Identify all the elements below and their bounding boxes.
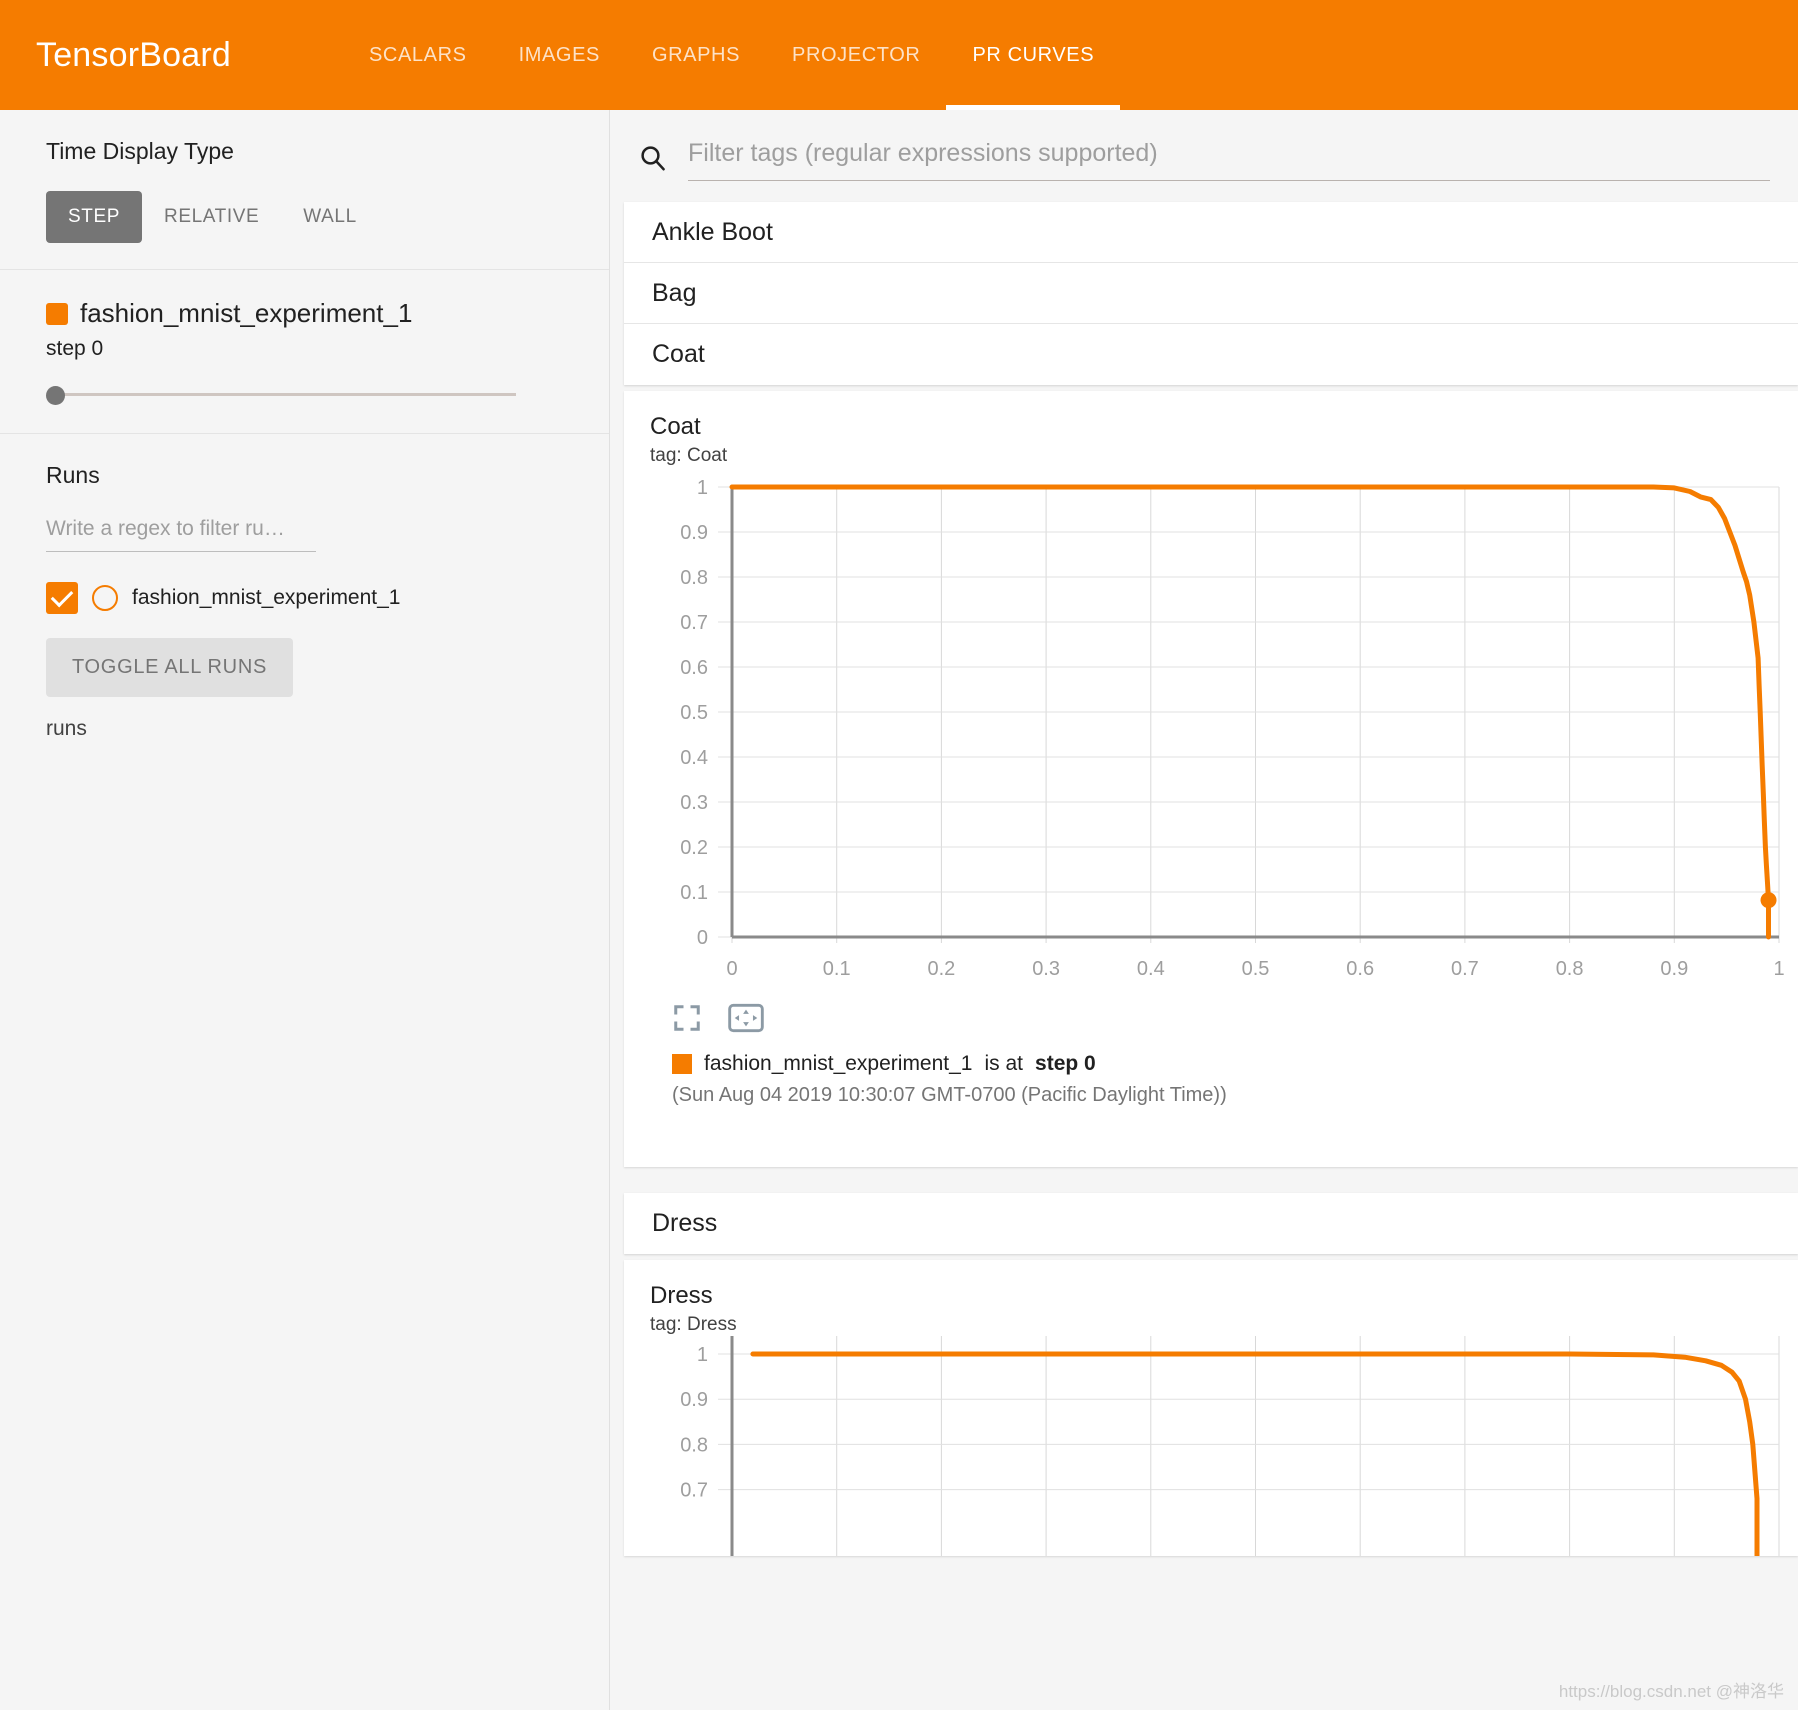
legend-timestamp: (Sun Aug 04 2019 10:30:07 GMT-0700 (Paci… <box>672 1084 1227 1106</box>
legend-isat-text: is at <box>984 1052 1024 1075</box>
tab-graphs[interactable]: GRAPHS <box>626 0 766 110</box>
legend-step: step 0 <box>1035 1052 1096 1075</box>
chart-coat[interactable]: 0 0.1 0.2 0.3 0.4 0.5 0.6 0.7 0.8 0.9 1 0 0.1 0.2 0.3 0… <box>624 467 1798 997</box>
run-color-swatch <box>46 302 68 325</box>
svg-text:0.7: 0.7 <box>680 612 708 634</box>
legend-row: fashion_mnist_experiment_1 is at step 0 <box>672 1052 1798 1076</box>
time-display-title: Time Display Type <box>46 138 234 164</box>
svg-text:1: 1 <box>697 1344 708 1366</box>
svg-text:0.8: 0.8 <box>680 1434 708 1456</box>
svg-text:0.9: 0.9 <box>680 1389 708 1411</box>
svg-text:0.9: 0.9 <box>680 522 708 544</box>
tag-category-list: Ankle Boot Bag Coat <box>624 202 1798 385</box>
expand-icon[interactable] <box>672 1003 702 1038</box>
time-option-relative[interactable]: RELATIVE <box>142 191 281 243</box>
time-option-wall[interactable]: WALL <box>281 191 378 243</box>
category-coat[interactable]: Coat <box>624 324 1798 385</box>
watermark: https://blog.csdn.net @神洛华 <box>1558 1682 1784 1701</box>
chart-coat-toolbar <box>624 997 1798 1038</box>
run-step-header: fashion_mnist_experiment_1 <box>46 298 563 329</box>
runs-filter-input[interactable] <box>46 517 316 552</box>
runs-section: Runs fashion_mnist_experiment_1 TOGGLE A… <box>0 434 609 767</box>
time-option-step[interactable]: STEP <box>46 191 143 243</box>
runs-title: Runs <box>46 462 100 488</box>
svg-text:1: 1 <box>697 477 708 499</box>
svg-text:0.5: 0.5 <box>680 702 708 724</box>
svg-text:0.2: 0.2 <box>927 958 955 980</box>
tab-images[interactable]: IMAGES <box>493 0 626 110</box>
svg-text:0.3: 0.3 <box>1032 958 1060 980</box>
step-slider-thumb[interactable] <box>46 386 65 405</box>
step-slider-track <box>56 393 516 396</box>
search-icon <box>638 143 672 178</box>
tab-scalars[interactable]: SCALARS <box>343 0 493 110</box>
svg-text:0.4: 0.4 <box>680 747 708 769</box>
run-step-name: fashion_mnist_experiment_1 <box>80 298 413 328</box>
svg-text:0.8: 0.8 <box>1556 958 1584 980</box>
tag-filter-input[interactable] <box>688 139 1770 181</box>
category-bag[interactable]: Bag <box>624 263 1798 324</box>
app-title: TensorBoard <box>36 36 231 74</box>
panel-coat-header: Coat tag: Coat <box>624 391 1798 467</box>
tab-projector[interactable]: PROJECTOR <box>766 0 946 110</box>
tag-filter-bar <box>610 110 1798 188</box>
svg-text:1: 1 <box>1773 958 1784 980</box>
main-nav-tabs: SCALARS IMAGES GRAPHS PROJECTOR PR CURVE… <box>343 0 1120 110</box>
step-slider[interactable] <box>46 383 516 407</box>
app-header: TensorBoard SCALARS IMAGES GRAPHS PROJEC… <box>0 0 1798 110</box>
svg-text:0.8: 0.8 <box>680 567 708 589</box>
svg-text:0.6: 0.6 <box>1346 958 1374 980</box>
svg-text:0.6: 0.6 <box>680 657 708 679</box>
run-item-label: fashion_mnist_experiment_1 <box>132 586 401 610</box>
svg-text:0.1: 0.1 <box>823 958 851 980</box>
panel-dress-header: Dress tag: Dress <box>624 1260 1798 1336</box>
panel-coat: Coat tag: Coat 0 0.1 0.2 0.3 0.4 0.5 0.6 0.7 0.8… <box>624 391 1798 1167</box>
panel-coat-title: Coat <box>650 413 701 440</box>
svg-text:0: 0 <box>697 927 708 949</box>
panel-dress: Dress tag: Dress 1 0.9 0.8 0.7 <box>624 1260 1798 1556</box>
svg-text:0.7: 0.7 <box>1451 958 1479 980</box>
run-radio[interactable] <box>92 585 118 611</box>
run-checkbox[interactable] <box>46 582 78 614</box>
toggle-all-runs-button[interactable]: TOGGLE ALL RUNS <box>46 638 294 697</box>
svg-text:0.5: 0.5 <box>1242 958 1270 980</box>
time-display-section: Time Display Type STEP RELATIVE WALL <box>0 110 609 270</box>
svg-text:0.2: 0.2 <box>680 837 708 859</box>
chart-dress[interactable]: 1 0.9 0.8 0.7 <box>624 1336 1798 1556</box>
tab-pr-curves[interactable]: PR CURVES <box>946 0 1120 110</box>
chart-coat-legend: fashion_mnist_experiment_1 is at step 0 … <box>624 1038 1798 1107</box>
time-display-options: STEP RELATIVE WALL <box>46 191 563 243</box>
svg-text:0.4: 0.4 <box>1137 958 1165 980</box>
category-dress[interactable]: Dress <box>624 1193 1798 1254</box>
svg-text:0: 0 <box>726 958 737 980</box>
legend-run-name: fashion_mnist_experiment_1 <box>704 1052 973 1075</box>
category-ankle-boot[interactable]: Ankle Boot <box>624 202 1798 263</box>
sidebar: Time Display Type STEP RELATIVE WALL fas… <box>0 110 610 1710</box>
main-content: Ankle Boot Bag Coat Coat tag: Coat 00.10… <box>610 110 1798 1710</box>
run-step-section: fashion_mnist_experiment_1 step 0 <box>0 270 609 434</box>
svg-text:0.1: 0.1 <box>680 882 708 904</box>
tag-category-list-dress: Dress <box>624 1193 1798 1254</box>
run-list-item[interactable]: fashion_mnist_experiment_1 <box>46 582 563 614</box>
panel-coat-tag: tag: Coat <box>650 445 728 466</box>
legend-color-swatch <box>672 1054 692 1074</box>
runs-footer-label: runs <box>46 717 87 740</box>
svg-text:0.3: 0.3 <box>680 792 708 814</box>
run-step-value: step 0 <box>46 337 104 360</box>
svg-text:0.7: 0.7 <box>680 1480 708 1502</box>
svg-text:0.9: 0.9 <box>1660 958 1688 980</box>
panel-dress-tag: tag: Dress <box>650 1314 737 1335</box>
pan-icon[interactable] <box>728 1003 764 1038</box>
panel-dress-title: Dress <box>650 1282 713 1309</box>
